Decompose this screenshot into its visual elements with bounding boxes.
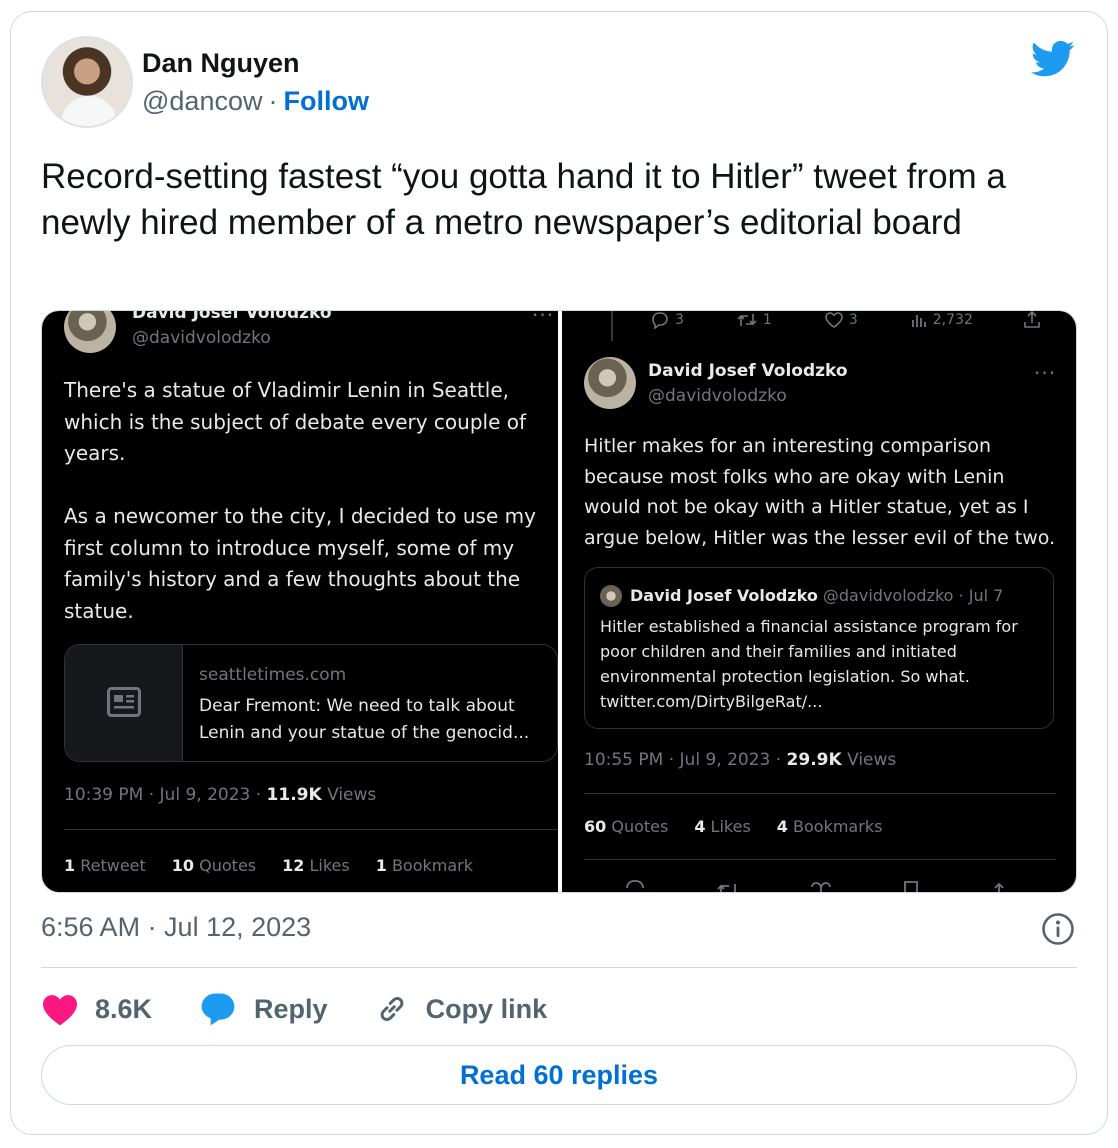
author-handle-row: @dancow · Follow (142, 86, 369, 117)
screenshot-avatar (64, 311, 116, 353)
heart-icon (811, 882, 831, 892)
like-count: 8.6K (95, 993, 153, 1024)
tweet-media[interactable]: David Josef Volodzko ··· @davidvolodzko … (41, 310, 1077, 893)
stat-bookmarks: 4 Bookmarks (776, 817, 883, 836)
thread-line (611, 311, 613, 341)
screenshot-stats: 60 Quotes 4 Likes 4 Bookmarks (584, 817, 882, 836)
bottom-actions (624, 879, 1008, 892)
view-count: 29.9K (786, 750, 842, 770)
view-count: 11.9K (266, 785, 322, 805)
divider (584, 793, 1056, 794)
tweet-actions: 8.6K Reply Copy link (41, 987, 593, 1031)
reply-label: Reply (254, 993, 328, 1024)
stat-likes: 12 Likes (282, 856, 350, 875)
author-handle[interactable]: @dancow (142, 86, 262, 117)
screenshot-stats: 1 Retweet 10 Quotes 12 Likes 1 Bookmark (64, 856, 473, 875)
separator-dot: · (268, 86, 278, 116)
copy-link-button[interactable]: Copy link (374, 991, 548, 1027)
heart-icon (825, 312, 843, 328)
screenshot-timestamp: 10:55 PM · Jul 9, 2023 · 29.9K Views (584, 750, 897, 770)
link-preview-card: seattletimes.com Dear Fremont: We need t… (64, 644, 558, 762)
like-button[interactable]: 8.6K (41, 992, 152, 1026)
views-icon (911, 315, 926, 327)
stat-retweets: 1 Retweet (64, 856, 146, 875)
reply-button[interactable]: Reply (198, 991, 328, 1027)
author-avatar[interactable] (41, 36, 133, 128)
reply-count: 3 (675, 312, 684, 328)
like-count: 3 (848, 312, 858, 328)
reply-icon (652, 312, 668, 329)
divider (64, 829, 558, 830)
screenshot-author-name: David Josef Volodzko (132, 311, 332, 323)
quoted-header: David Josef Volodzko @davidvolodzko · Ju… (630, 586, 1004, 605)
reply-icon (626, 880, 644, 889)
tweet-timestamp[interactable]: 6:56 AM · Jul 12, 2023 (41, 912, 311, 943)
more-options-icon: ··· (1034, 361, 1057, 385)
author-name[interactable]: Dan Nguyen (142, 48, 300, 79)
read-replies-button[interactable]: Read 60 replies (41, 1045, 1077, 1105)
heart-icon (43, 995, 77, 1026)
screenshot-author-handle: @davidvolodzko (648, 386, 787, 406)
stat-quotes: 10 Quotes (171, 856, 257, 875)
retweet-icon (737, 314, 757, 326)
share-icon (1024, 311, 1040, 328)
screenshot-right[interactable]: 3 1 3 2,732 David Josef Volodzko @davidv… (562, 311, 1076, 892)
tweet-text: Record-setting fastest “you gotta hand i… (41, 157, 1006, 242)
stat-quotes: 60 Quotes (584, 817, 669, 836)
stat-bookmarks: 1 Bookmark (375, 856, 473, 875)
screenshot-author-handle: @davidvolodzko (132, 328, 271, 348)
more-options-icon: ··· (532, 311, 555, 327)
screenshot-tweet-body: Hitler makes for an interesting comparis… (584, 435, 1056, 549)
divider (584, 859, 1056, 860)
twitter-bird-icon[interactable] (1031, 40, 1075, 78)
reply-bubble-icon (201, 993, 235, 1026)
article-thumbnail (65, 645, 183, 761)
link-title: Dear Fremont: We need to talk about Leni… (199, 696, 530, 743)
quoted-tweet: David Josef Volodzko @davidvolodzko · Ju… (584, 567, 1054, 729)
parent-tweet-actions: 3 1 3 2,732 (650, 311, 1041, 329)
quoted-avatar (600, 585, 622, 607)
screenshot-tweet-body: There's a statue of Vladimir Lenin in Se… (64, 378, 536, 623)
follow-button[interactable]: Follow (283, 86, 368, 117)
copy-link-label: Copy link (425, 993, 548, 1024)
share-icon (994, 882, 1004, 892)
screenshot-left[interactable]: David Josef Volodzko ··· @davidvolodzko … (42, 311, 558, 892)
bookmark-icon (904, 881, 918, 892)
screenshot-avatar (584, 357, 636, 409)
quoted-body: Hitler established a financial assistanc… (600, 617, 1018, 711)
link-domain: seattletimes.com (199, 665, 347, 685)
embedded-tweet-card: Dan Nguyen @dancow · Follow Record-setti… (10, 11, 1108, 1135)
screenshot-timestamp: 10:39 PM · Jul 9, 2023 · 11.9K Views (64, 785, 377, 805)
footer-divider (41, 967, 1077, 968)
stat-likes: 4 Likes (694, 817, 751, 836)
screenshot-author-name: David Josef Volodzko (648, 361, 848, 381)
info-icon[interactable] (1041, 912, 1075, 946)
retweet-icon (717, 884, 736, 892)
retweet-count: 1 (762, 312, 772, 328)
link-icon (380, 997, 403, 1021)
views-count: 2,732 (932, 312, 973, 328)
article-icon (107, 687, 141, 717)
